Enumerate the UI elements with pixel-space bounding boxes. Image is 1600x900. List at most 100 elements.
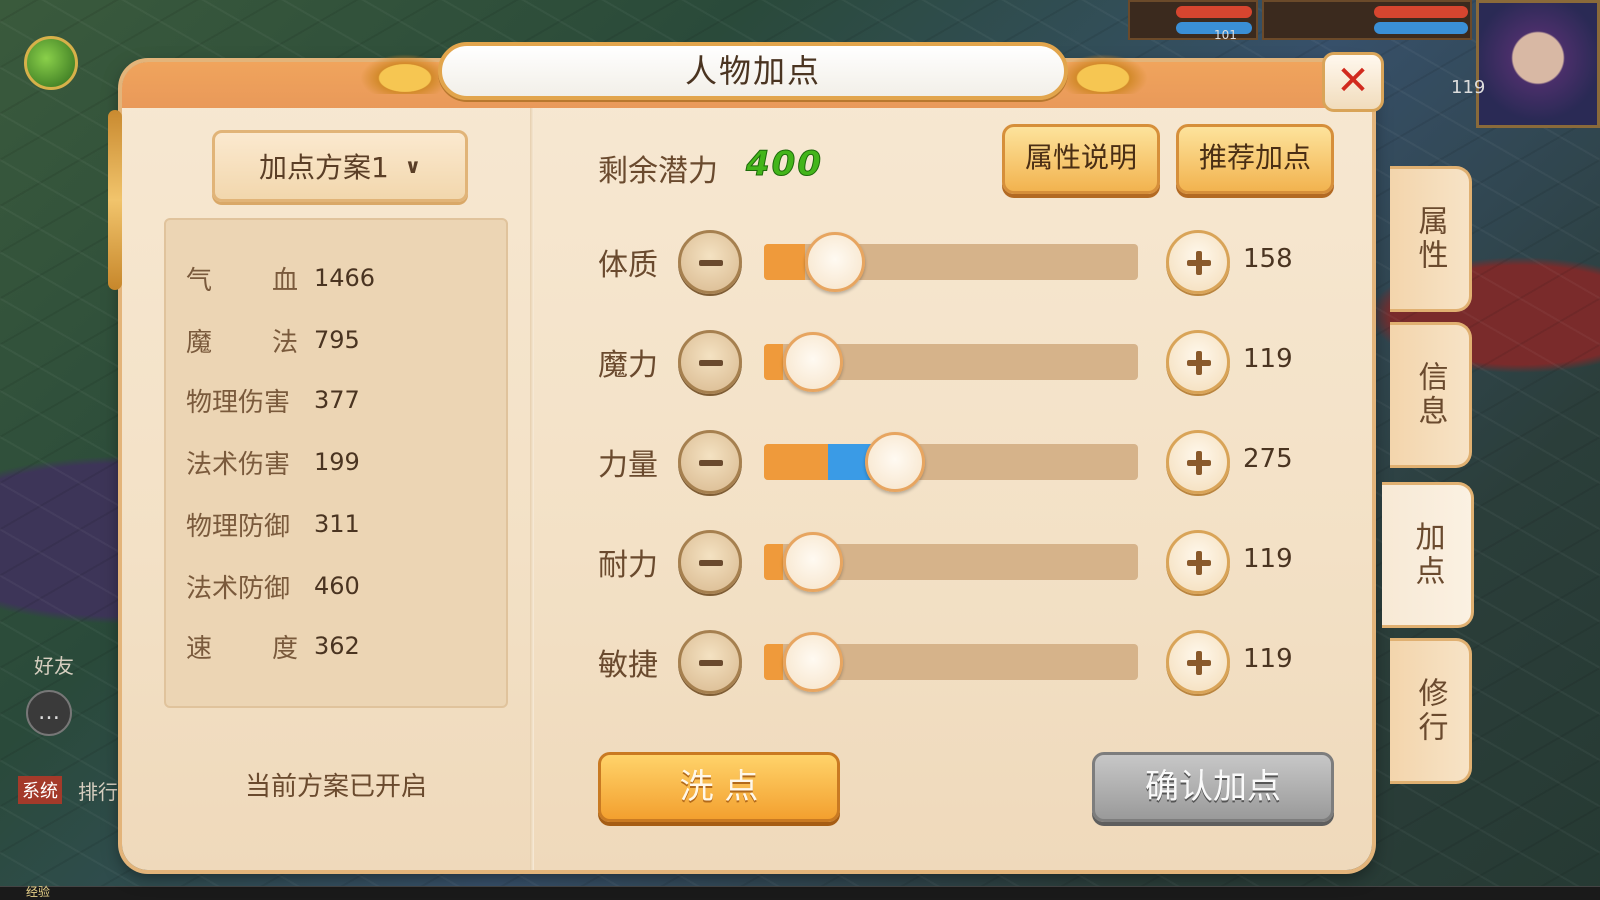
tassel-decoration xyxy=(108,110,122,290)
attribute-slider[interactable] xyxy=(764,632,1138,692)
player-level: 119 xyxy=(1451,77,1486,98)
attribute-row: 魔力 119 xyxy=(598,330,1298,394)
stat-value: 362 xyxy=(314,632,360,660)
player-mp-bar xyxy=(1374,22,1468,34)
side-tab-label: 加点 xyxy=(1409,521,1445,589)
attribute-slider[interactable] xyxy=(764,232,1138,292)
stat-row: 法术防御 460 xyxy=(186,566,360,606)
minus-icon xyxy=(699,360,723,366)
attribute-info-button[interactable]: 属性说明 xyxy=(1002,124,1160,194)
attribute-value: 119 xyxy=(1243,644,1293,674)
slider-base-fill xyxy=(764,344,783,380)
plus-button[interactable] xyxy=(1166,430,1230,494)
minus-button[interactable] xyxy=(678,530,742,594)
exp-bar xyxy=(0,886,1600,900)
pet-hud[interactable]: 101 xyxy=(1128,0,1258,42)
stat-row: 气血 1466 xyxy=(186,258,375,298)
attribute-row: 力量 275 xyxy=(598,430,1298,494)
title-wing-right-icon xyxy=(1058,54,1148,94)
minus-button[interactable] xyxy=(678,630,742,694)
stat-value: 311 xyxy=(314,510,360,538)
side-tab[interactable]: 属性 xyxy=(1390,166,1472,312)
stat-value: 1466 xyxy=(314,264,376,292)
stat-name: 气血 xyxy=(186,265,298,296)
slider-knob[interactable] xyxy=(782,532,843,592)
close-button[interactable]: ✕ xyxy=(1322,52,1384,112)
stat-row: 物理防御 311 xyxy=(186,504,360,544)
attribute-value: 275 xyxy=(1243,444,1293,474)
attribute-name: 敏捷 xyxy=(598,648,658,683)
attribute-value: 119 xyxy=(1243,544,1293,574)
attribute-name: 魔力 xyxy=(598,348,658,383)
pet-icon[interactable] xyxy=(24,36,78,90)
attribute-name: 耐力 xyxy=(598,548,658,583)
attribute-row: 敏捷 119 xyxy=(598,630,1298,694)
stat-row: 速度 362 xyxy=(186,626,360,666)
player-hp-bar xyxy=(1374,6,1468,18)
minus-icon xyxy=(699,460,723,466)
wash-points-button[interactable]: 洗 点 xyxy=(598,752,840,822)
plus-icon-vertical xyxy=(1196,351,1202,375)
plus-icon-vertical xyxy=(1196,651,1202,675)
attribute-slider[interactable] xyxy=(764,532,1138,592)
plus-icon-vertical xyxy=(1196,551,1202,575)
close-x-icon: ✕ xyxy=(1336,58,1370,104)
chevron-down-icon: ∨ xyxy=(404,154,422,178)
panel-title: 人物加点 xyxy=(684,52,821,90)
side-tab-label: 修行 xyxy=(1412,677,1448,745)
attribute-row: 耐力 119 xyxy=(598,530,1298,594)
stat-value: 460 xyxy=(314,572,360,600)
plus-button[interactable] xyxy=(1166,530,1230,594)
panel-divider xyxy=(530,108,534,870)
potential-value: 400 xyxy=(746,144,823,185)
slider-base-fill xyxy=(764,244,806,280)
title-plate: 人物加点 xyxy=(438,42,1068,100)
chat-icon[interactable]: … xyxy=(26,690,72,736)
pet-level: 101 xyxy=(1214,28,1237,42)
stat-name: 速度 xyxy=(186,633,298,664)
stat-row: 法术伤害 199 xyxy=(186,442,360,482)
stat-row: 魔法 795 xyxy=(186,320,360,360)
minus-icon xyxy=(699,560,723,566)
plus-button[interactable] xyxy=(1166,230,1230,294)
stat-row: 物理伤害 377 xyxy=(186,380,360,420)
title-wing-left-icon xyxy=(360,54,450,94)
side-tab-label: 属性 xyxy=(1412,205,1448,273)
player-portrait[interactable]: 119 xyxy=(1451,0,1600,128)
attribute-slider[interactable] xyxy=(764,432,1138,492)
minus-icon xyxy=(699,660,723,666)
side-tab[interactable]: 加点 xyxy=(1382,482,1474,628)
friend-button[interactable]: 好友 xyxy=(34,650,74,679)
stat-name: 魔法 xyxy=(186,327,298,358)
stats-panel: 气血 1466 魔法 795 物理伤害 377 法术伤害 199 物理防御 311 法术防御 460 速… xyxy=(164,218,508,708)
recommend-points-button[interactable]: 推荐加点 xyxy=(1176,124,1334,194)
slider-base-fill xyxy=(764,544,783,580)
plus-button[interactable] xyxy=(1166,630,1230,694)
player-hud[interactable] xyxy=(1262,0,1472,40)
attribute-value: 158 xyxy=(1243,244,1293,274)
attribute-row: 体质 158 xyxy=(598,230,1298,294)
slider-base-fill xyxy=(764,444,828,480)
minus-icon xyxy=(699,260,723,266)
minus-button[interactable] xyxy=(678,230,742,294)
scheme-dropdown[interactable]: 加点方案1 ∨ xyxy=(212,130,468,202)
plus-icon-vertical xyxy=(1196,251,1202,275)
system-tag: 系统 xyxy=(18,776,62,804)
side-tab[interactable]: 修行 xyxy=(1390,638,1472,784)
rank-label[interactable]: 排行 xyxy=(78,776,118,805)
minus-button[interactable] xyxy=(678,430,742,494)
potential-label: 剩余潜力 xyxy=(598,154,718,189)
slider-knob[interactable] xyxy=(782,632,843,692)
plus-icon-vertical xyxy=(1196,451,1202,475)
confirm-points-button[interactable]: 确认加点 xyxy=(1092,752,1334,822)
minus-button[interactable] xyxy=(678,330,742,394)
attribute-slider[interactable] xyxy=(764,332,1138,392)
stat-value: 199 xyxy=(314,448,360,476)
side-tab[interactable]: 信息 xyxy=(1390,322,1472,468)
plus-button[interactable] xyxy=(1166,330,1230,394)
attribute-name: 体质 xyxy=(598,248,658,283)
slider-knob[interactable] xyxy=(864,432,925,492)
stat-name: 物理伤害 xyxy=(186,387,291,418)
slider-knob[interactable] xyxy=(782,332,843,392)
slider-knob[interactable] xyxy=(805,232,866,292)
